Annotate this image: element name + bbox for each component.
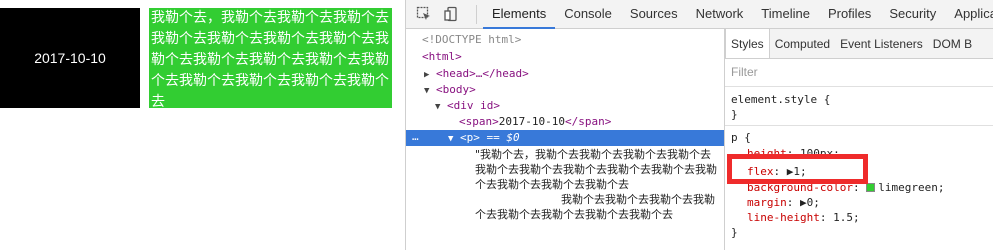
date-text: 2017-10-10 xyxy=(34,50,106,66)
html-node[interactable]: <html> xyxy=(422,49,462,64)
tab-event-listeners[interactable]: Event Listeners xyxy=(835,29,928,58)
element-style-selector[interactable]: element.style { xyxy=(731,92,830,107)
tab-network[interactable]: Network xyxy=(687,0,753,29)
head-node[interactable]: ▶ <head>…</head> xyxy=(424,66,529,81)
element-style-close: } xyxy=(731,108,738,121)
more-options-icon[interactable]: … xyxy=(412,130,419,143)
css-rule-margin[interactable]: margin: ▶0; xyxy=(747,195,820,210)
tab-styles[interactable]: Styles xyxy=(725,29,770,58)
tab-timeline[interactable]: Timeline xyxy=(752,0,819,29)
text-node-line-1: "我勒个去，我勒个去我勒个去我勒个去我勒个去我勒个去我勒个去我勒个去我勒个去我勒… xyxy=(475,148,717,191)
inspect-element-icon[interactable] xyxy=(416,6,432,22)
p-selector[interactable]: p { xyxy=(731,130,751,145)
styles-pane: Styles Computed Event Listeners DOM B Fi… xyxy=(724,29,993,250)
device-mode-icon[interactable] xyxy=(444,6,460,22)
tab-elements[interactable]: Elements xyxy=(483,0,556,29)
collapse-triangle-icon[interactable]: ▼ xyxy=(424,86,429,96)
elements-tree[interactable]: <!DOCTYPE html> <html> ▶ <head>…</head> … xyxy=(406,29,724,250)
p-node-label: ▼ <p> == $0 xyxy=(448,131,520,144)
selected-p-node[interactable]: … ▼ <p> == $0 xyxy=(406,130,724,146)
div-node[interactable]: ▼ <div id> xyxy=(435,98,500,113)
devtools-toolbar: Elements Console Sources Network Timelin… xyxy=(406,0,993,29)
tab-profiles[interactable]: Profiles xyxy=(819,0,880,29)
text-node-line-2: 我勒个去我勒个去我勒个去我勒个去我勒个去我勒个去我勒个去我勒个去 xyxy=(475,193,715,221)
styles-filter-input[interactable]: Filter xyxy=(731,65,758,79)
highlight-annotation-box xyxy=(727,154,868,184)
color-swatch-icon[interactable] xyxy=(866,183,876,192)
date-box: 2017-10-10 xyxy=(0,8,140,108)
paragraph-box: 我勒个去，我勒个去我勒个去我勒个去我勒个去我勒个去我勒个去我勒个去我勒个去我勒个… xyxy=(149,8,392,108)
doctype-node[interactable]: <!DOCTYPE html> xyxy=(422,32,521,47)
rule-divider xyxy=(725,125,993,126)
paragraph-text: 我勒个去，我勒个去我勒个去我勒个去我勒个去我勒个去我勒个去我勒个去我勒个去我勒个… xyxy=(151,10,389,108)
tab-sources[interactable]: Sources xyxy=(621,0,687,29)
collapse-triangle-icon[interactable]: ▼ xyxy=(448,134,453,144)
p-text-node[interactable]: "我勒个去，我勒个去我勒个去我勒个去我勒个去我勒个去我勒个去我勒个去我勒个去我勒… xyxy=(475,147,721,222)
toolbar-divider xyxy=(476,5,477,24)
body-node[interactable]: ▼ <body> xyxy=(424,82,476,97)
css-rule-line-height[interactable]: line-height: 1.5; xyxy=(747,210,860,225)
styles-sub-tabs: Styles Computed Event Listeners DOM B xyxy=(725,29,993,59)
filter-divider xyxy=(725,86,993,87)
devtools-panel: Elements Console Sources Network Timelin… xyxy=(405,0,993,250)
devtools-tabs: Elements Console Sources Network Timelin… xyxy=(483,0,993,29)
span-node[interactable]: <span>2017-10-10</span> xyxy=(459,114,611,129)
tab-computed[interactable]: Computed xyxy=(770,29,835,58)
p-rule-close: } xyxy=(731,226,738,239)
tab-dom-breakpoints[interactable]: DOM B xyxy=(928,29,977,58)
tab-application[interactable]: Applicat xyxy=(945,0,993,29)
expand-triangle-icon[interactable]: ▶ xyxy=(424,70,429,80)
collapse-triangle-icon[interactable]: ▼ xyxy=(435,102,440,112)
tab-console[interactable]: Console xyxy=(555,0,621,29)
tab-security[interactable]: Security xyxy=(880,0,945,29)
